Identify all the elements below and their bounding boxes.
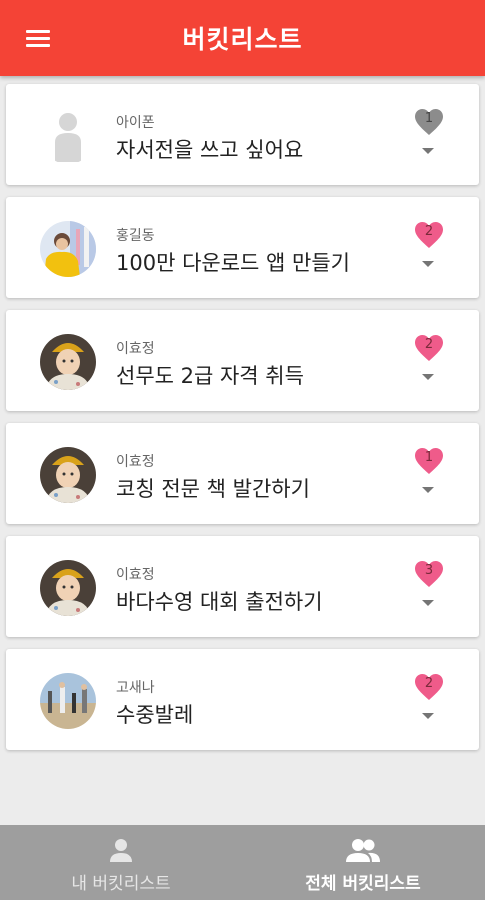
goal-title: 자서전을 쓰고 싶어요 <box>116 138 304 162</box>
like-count: 1 <box>424 450 434 465</box>
chevron-down-icon <box>422 374 434 380</box>
like-count: 2 <box>424 337 434 352</box>
person-icon <box>110 839 132 862</box>
list-item[interactable]: 아이폰 자서전을 쓰고 싶어요 1 <box>6 84 479 185</box>
chevron-down-icon <box>422 713 434 719</box>
like-count: 2 <box>424 224 434 239</box>
nav-label: 전체 버킷리스트 <box>305 874 421 894</box>
chevron-down-icon <box>422 261 434 267</box>
avatar <box>40 673 96 729</box>
goal-title: 100만 다운로드 앱 만들기 <box>116 251 350 275</box>
user-name: 아이폰 <box>116 115 155 131</box>
app-bar: 버킷리스트 <box>0 0 485 76</box>
list-item[interactable]: 홍길동 100만 다운로드 앱 만들기 2 <box>6 197 479 298</box>
goal-title: 코칭 전문 책 발간하기 <box>116 477 310 501</box>
expand-button[interactable] <box>418 142 438 156</box>
bucket-list[interactable]: 아이폰 자서전을 쓰고 싶어요 1 홍길동 100만 다운로드 앱 만들기 2 … <box>0 76 485 825</box>
goal-title: 수중발레 <box>116 703 194 727</box>
nav-my-bucketlist[interactable]: 내 버킷리스트 <box>0 825 242 900</box>
avatar <box>40 334 96 390</box>
like-button[interactable]: 1 <box>414 447 444 475</box>
like-count: 1 <box>424 111 434 126</box>
default-person-icon <box>40 108 96 164</box>
user-name: 이효정 <box>116 341 155 357</box>
expand-button[interactable] <box>418 255 438 269</box>
user-name: 고새나 <box>116 680 155 696</box>
chevron-down-icon <box>422 600 434 606</box>
list-item[interactable]: 이효정 선무도 2급 자격 취득 2 <box>6 310 479 411</box>
like-button[interactable]: 3 <box>414 560 444 588</box>
avatar <box>40 221 96 277</box>
people-icon <box>346 839 380 862</box>
expand-button[interactable] <box>418 481 438 495</box>
like-button[interactable]: 2 <box>414 334 444 362</box>
user-name: 이효정 <box>116 567 155 583</box>
user-name: 홍길동 <box>116 228 155 244</box>
like-button[interactable]: 1 <box>414 108 444 136</box>
list-item[interactable]: 이효정 바다수영 대회 출전하기 3 <box>6 536 479 637</box>
like-button[interactable]: 2 <box>414 221 444 249</box>
expand-button[interactable] <box>418 368 438 382</box>
like-count: 3 <box>424 563 434 578</box>
list-item[interactable]: 고새나 수중발레 2 <box>6 649 479 750</box>
chevron-down-icon <box>422 487 434 493</box>
chevron-down-icon <box>422 148 434 154</box>
nav-label: 내 버킷리스트 <box>71 874 171 894</box>
goal-title: 선무도 2급 자격 취득 <box>116 364 304 388</box>
goal-title: 바다수영 대회 출전하기 <box>116 590 323 614</box>
expand-button[interactable] <box>418 707 438 721</box>
list-item[interactable]: 이효정 코칭 전문 책 발간하기 1 <box>6 423 479 524</box>
nav-all-bucketlist[interactable]: 전체 버킷리스트 <box>242 825 484 900</box>
page-title: 버킷리스트 <box>182 25 303 54</box>
like-count: 2 <box>424 676 434 691</box>
expand-button[interactable] <box>418 594 438 608</box>
avatar <box>40 447 96 503</box>
bottom-navigation: 내 버킷리스트 전체 버킷리스트 <box>0 825 485 900</box>
like-button[interactable]: 2 <box>414 673 444 701</box>
avatar <box>40 560 96 616</box>
user-name: 이효정 <box>116 454 155 470</box>
